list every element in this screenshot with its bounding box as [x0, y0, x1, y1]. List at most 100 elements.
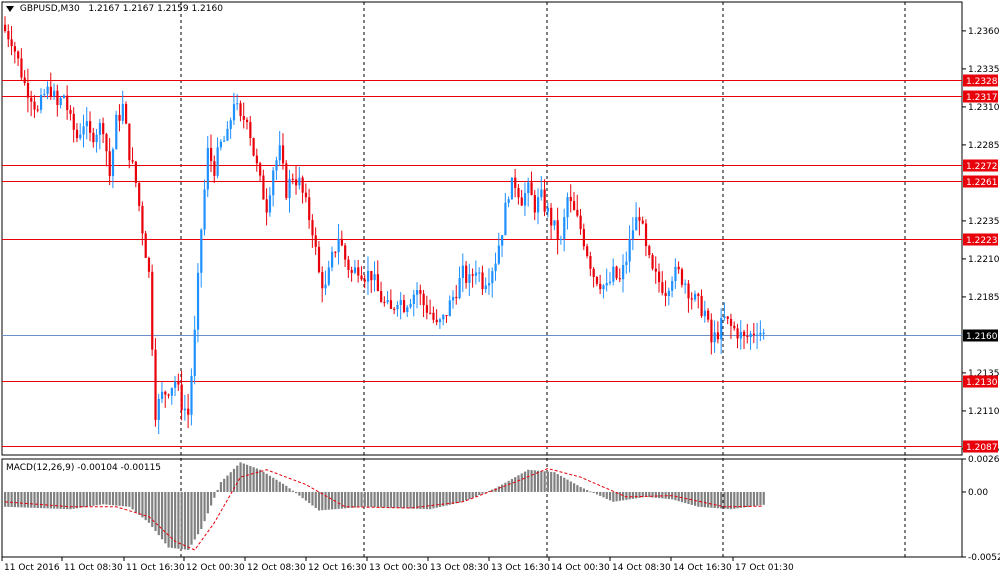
candle — [481, 265, 484, 295]
candle-body — [366, 270, 370, 282]
candle — [386, 291, 389, 305]
macd-bar — [370, 491, 373, 508]
candle — [707, 308, 710, 323]
candle-body — [180, 384, 183, 411]
candle — [92, 127, 95, 148]
candle — [331, 246, 334, 272]
x-tick-label: 17 Oct 01:30 — [735, 563, 794, 573]
candle-body — [144, 233, 147, 258]
candle — [566, 192, 569, 230]
macd-bar — [533, 470, 536, 492]
candle — [622, 254, 625, 293]
macd-bar — [432, 491, 435, 509]
candle-body — [36, 109, 39, 111]
candle — [118, 104, 121, 132]
candle — [353, 259, 357, 275]
candle — [56, 84, 59, 117]
candle — [716, 321, 720, 344]
y-tick-label: 1.2335 — [968, 65, 1000, 75]
candle-body — [707, 310, 710, 320]
candle-body — [644, 223, 648, 247]
candle-body — [484, 285, 487, 290]
candle — [569, 184, 572, 213]
candle-body — [664, 292, 667, 296]
macd-bar — [595, 491, 599, 495]
candle-body — [75, 129, 79, 139]
candle-body — [471, 274, 474, 276]
candle — [232, 92, 236, 125]
macd-bar — [295, 491, 298, 494]
candle — [739, 320, 742, 350]
candle-body — [563, 217, 566, 239]
candle-body — [226, 128, 229, 141]
macd-bar — [245, 464, 249, 492]
macd-bar — [566, 479, 569, 492]
candle — [442, 314, 445, 326]
candle-body — [638, 217, 641, 221]
macd-bar — [216, 489, 219, 492]
candle — [396, 301, 399, 317]
macd-bar — [236, 465, 239, 492]
macd-bar — [98, 491, 102, 505]
candle-body — [622, 265, 625, 280]
candle-body — [461, 265, 464, 279]
macd-bar — [576, 485, 579, 492]
candle — [141, 201, 144, 246]
macd-bar — [389, 491, 393, 508]
chart-canvas[interactable]: 1.2360 1.2335 1.2310 1.2285 1.2235 1.2210 1.21… — [0, 0, 1000, 578]
candle-body — [576, 209, 579, 216]
candle-body — [451, 296, 455, 301]
candle-body — [95, 134, 98, 143]
macd-bar — [160, 491, 164, 540]
candle — [10, 25, 13, 56]
macd-bar — [550, 471, 553, 492]
candle-body — [249, 122, 252, 139]
candle-body — [203, 189, 206, 230]
macd-bar — [658, 491, 661, 499]
macd-bar — [167, 491, 170, 548]
candle-body — [17, 51, 20, 59]
candle-body — [259, 163, 262, 176]
macd-bar — [262, 471, 265, 492]
candle-body — [216, 147, 219, 176]
candle-body — [213, 161, 216, 176]
candle — [540, 175, 543, 201]
macd-bar — [26, 491, 30, 508]
candle-body — [317, 246, 321, 273]
candle — [174, 375, 177, 397]
candle — [677, 261, 680, 274]
candle-body — [736, 328, 739, 339]
candle-body — [115, 114, 118, 150]
candle-body — [697, 293, 700, 296]
candle-body — [396, 304, 399, 310]
x-tick-label: 11 Oct 08:30 — [64, 563, 123, 573]
macd-bar — [219, 482, 223, 492]
candle-body — [743, 331, 746, 336]
candle — [654, 256, 657, 284]
macd-bar — [393, 491, 396, 508]
candle-body — [69, 110, 72, 114]
macd-bar — [180, 491, 183, 550]
candle-body — [540, 189, 543, 198]
candle — [357, 259, 360, 283]
macd-bar — [514, 477, 517, 492]
macd-bar — [612, 491, 615, 502]
candle — [713, 320, 716, 353]
candle — [409, 298, 412, 309]
macd-bar — [164, 491, 167, 544]
candle-body — [481, 272, 484, 290]
candle — [461, 253, 464, 293]
macd-bar — [383, 491, 386, 508]
candle-body — [363, 279, 366, 282]
macd-bar — [154, 491, 157, 532]
candle — [586, 243, 589, 259]
candle — [494, 252, 497, 281]
candle-body — [465, 265, 468, 283]
macd-bar — [471, 491, 474, 498]
candle-body — [455, 296, 458, 299]
candle — [693, 290, 697, 302]
candle-body — [438, 319, 442, 323]
candle-body — [295, 179, 298, 186]
candle — [95, 128, 98, 153]
candle-body — [134, 161, 137, 184]
